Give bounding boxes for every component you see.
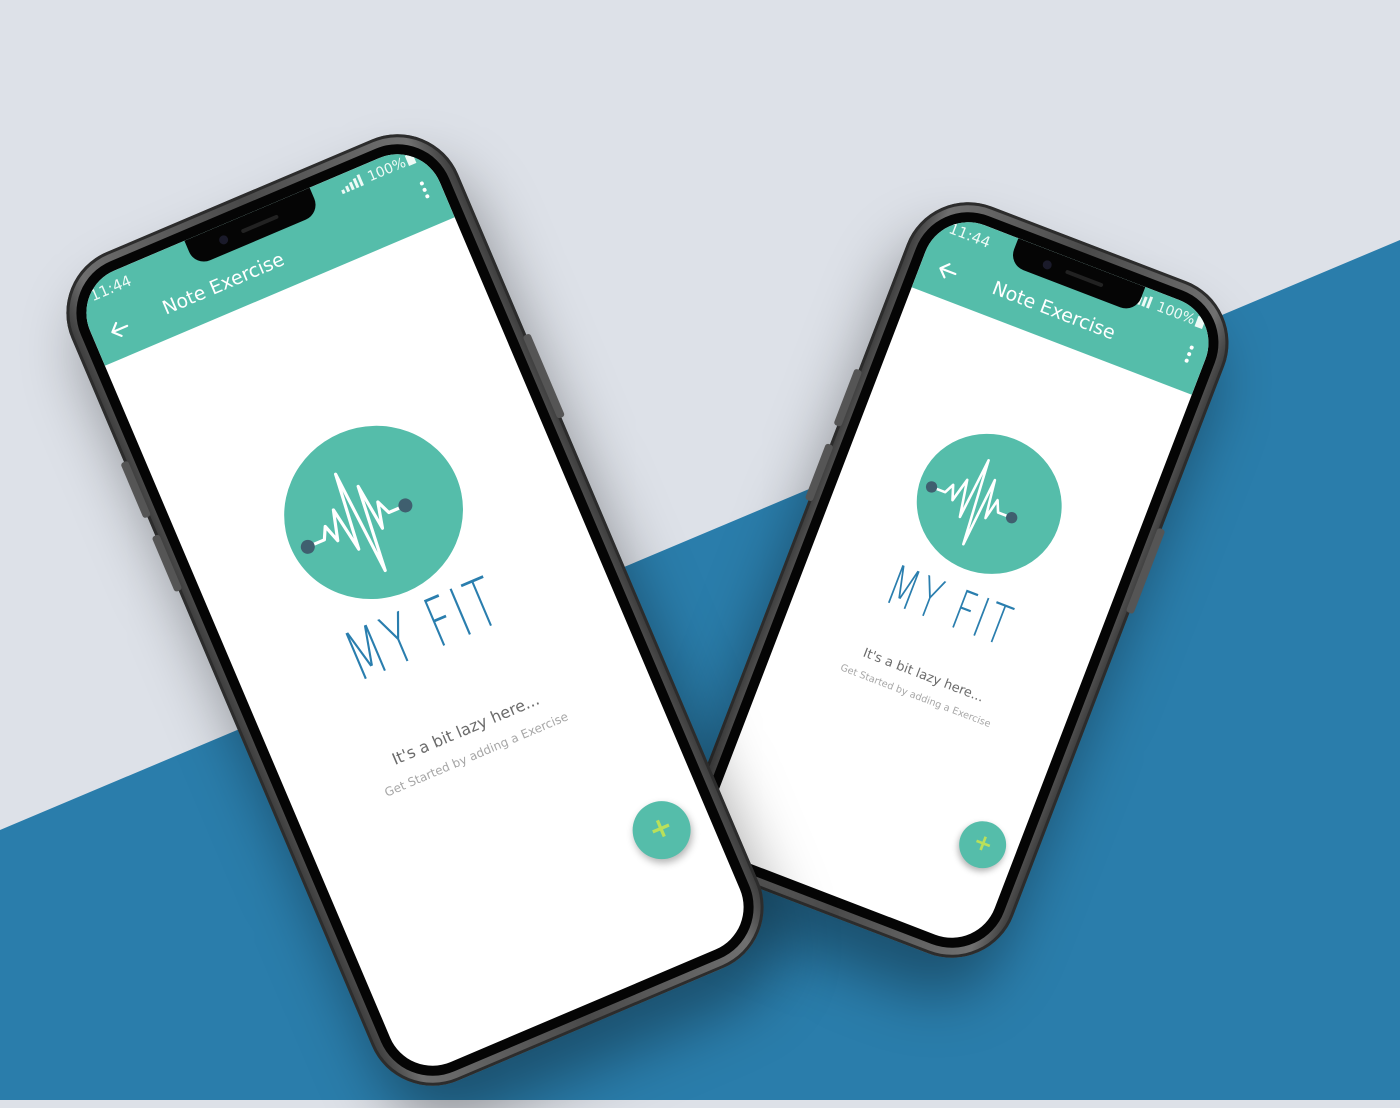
earpiece-speaker: [240, 214, 280, 234]
front-camera: [217, 233, 230, 246]
battery-icon: [404, 152, 417, 167]
status-time: 11:44: [946, 219, 994, 252]
front-camera: [1041, 259, 1054, 271]
add-exercise-button[interactable]: +: [623, 792, 700, 869]
status-time: 11:44: [87, 271, 135, 306]
arrow-left-icon[interactable]: [932, 256, 963, 287]
more-vertical-icon[interactable]: [1183, 343, 1196, 364]
battery-percent: 100%: [365, 154, 409, 186]
add-exercise-button[interactable]: +: [952, 814, 1013, 876]
battery-icon: [1194, 315, 1206, 330]
status-bar-right: 100%: [338, 151, 418, 197]
signal-icon: [338, 173, 367, 195]
earpiece-speaker: [1064, 269, 1104, 288]
plus-icon: +: [969, 827, 997, 860]
more-vertical-icon[interactable]: [418, 179, 431, 200]
page-title: Note Exercise: [159, 248, 288, 320]
battery-percent: 100%: [1154, 298, 1198, 329]
plus-icon: +: [643, 808, 678, 848]
arrow-left-icon[interactable]: [104, 313, 135, 344]
